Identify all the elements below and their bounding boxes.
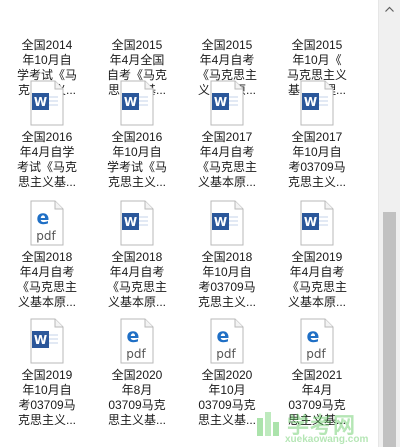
watermark-sub: xuekaowang.com <box>285 434 369 445</box>
file-item[interactable]: W 全国2017 年4月自考 《马克思主 义基本原... <box>182 80 272 190</box>
file-item[interactable]: e pdf 全国2018 年4月自考 《马克思主 义基本原... <box>2 200 92 310</box>
file-item[interactable]: e pdf 全国2020 年8月 03709马克 思主义基... <box>92 318 182 428</box>
svg-text:e: e <box>217 325 230 347</box>
svg-text:W: W <box>304 95 317 109</box>
watermark: 学考网 xuekaowang.com <box>255 408 368 445</box>
svg-text:W: W <box>214 215 227 229</box>
svg-text:W: W <box>34 333 47 347</box>
file-item[interactable]: W 全国2018 年4月自考 《马克思主 义基本原... <box>92 200 182 310</box>
file-item[interactable]: W 全国2017 年10月自 考03709马 克思主义... <box>272 80 362 190</box>
word-document-icon: W <box>29 318 65 364</box>
scrollbar-thumb[interactable] <box>383 212 396 447</box>
word-document-icon: W <box>299 200 335 246</box>
svg-text:pdf: pdf <box>216 347 236 361</box>
svg-text:W: W <box>124 215 137 229</box>
svg-text:pdf: pdf <box>36 229 56 243</box>
file-name: 全国2018 年4月自考 《马克思主 义基本原... <box>106 250 167 309</box>
file-item[interactable]: W 全国2019 年4月自考 《马克思主 义基本原... <box>272 200 362 310</box>
pdf-document-icon: e pdf <box>119 318 155 364</box>
file-item[interactable]: W 全国2019 年10月自 考03709马 克思主义... <box>2 318 92 428</box>
word-document-icon: W <box>119 80 155 126</box>
svg-text:W: W <box>124 95 137 109</box>
svg-text:pdf: pdf <box>126 347 146 361</box>
pdf-document-icon: e pdf <box>299 318 335 364</box>
file-name: 全国2017 年10月自 考03709马 克思主义... <box>287 130 346 189</box>
file-name: 全国2019 年4月自考 《马克思主 义基本原... <box>286 250 347 309</box>
file-name: 全国2016 年4月自学 考试《马克 思主义基... <box>16 130 77 189</box>
svg-text:W: W <box>34 95 47 109</box>
svg-text:pdf: pdf <box>306 347 326 361</box>
watermark-logo-icon <box>257 412 279 436</box>
pdf-document-icon: e pdf <box>29 200 65 246</box>
svg-text:W: W <box>304 215 317 229</box>
word-document-icon: W <box>299 80 335 126</box>
file-item[interactable]: W 全国2018 年10月自 考03709马 克思主义... <box>182 200 272 310</box>
word-document-icon: W <box>29 80 65 126</box>
svg-text:W: W <box>214 95 227 109</box>
file-grid: W 全国2014 年10月自 学考试《马 克思主义... W 全国2015 年4… <box>0 0 378 447</box>
file-name: 全国2017 年4月自考 《马克思主 义基本原... <box>196 130 257 189</box>
word-document-icon: W <box>119 200 155 246</box>
word-document-icon: W <box>209 200 245 246</box>
file-item[interactable]: W 全国2016 年10月自 学考试《马 克思主义... <box>92 80 182 190</box>
file-item[interactable]: W 全国2016 年4月自学 考试《马克 思主义基... <box>2 80 92 190</box>
file-name: 全国2020 年8月 03709马克 思主义基... <box>107 368 166 427</box>
svg-text:e: e <box>307 325 320 347</box>
file-name: 全国2019 年10月自 考03709马 克思主义... <box>17 368 76 427</box>
file-name: 全国2016 年10月自 学考试《马 克思主义... <box>106 130 167 189</box>
pdf-document-icon: e pdf <box>209 318 245 364</box>
word-document-icon: W <box>209 80 245 126</box>
svg-text:e: e <box>127 325 140 347</box>
svg-text:e: e <box>37 207 50 229</box>
vertical-scrollbar[interactable] <box>378 0 400 447</box>
file-name: 全国2018 年4月自考 《马克思主 义基本原... <box>16 250 77 309</box>
scroll-up-arrow-icon[interactable] <box>379 0 400 17</box>
file-name: 全国2018 年10月自 考03709马 克思主义... <box>197 250 256 309</box>
